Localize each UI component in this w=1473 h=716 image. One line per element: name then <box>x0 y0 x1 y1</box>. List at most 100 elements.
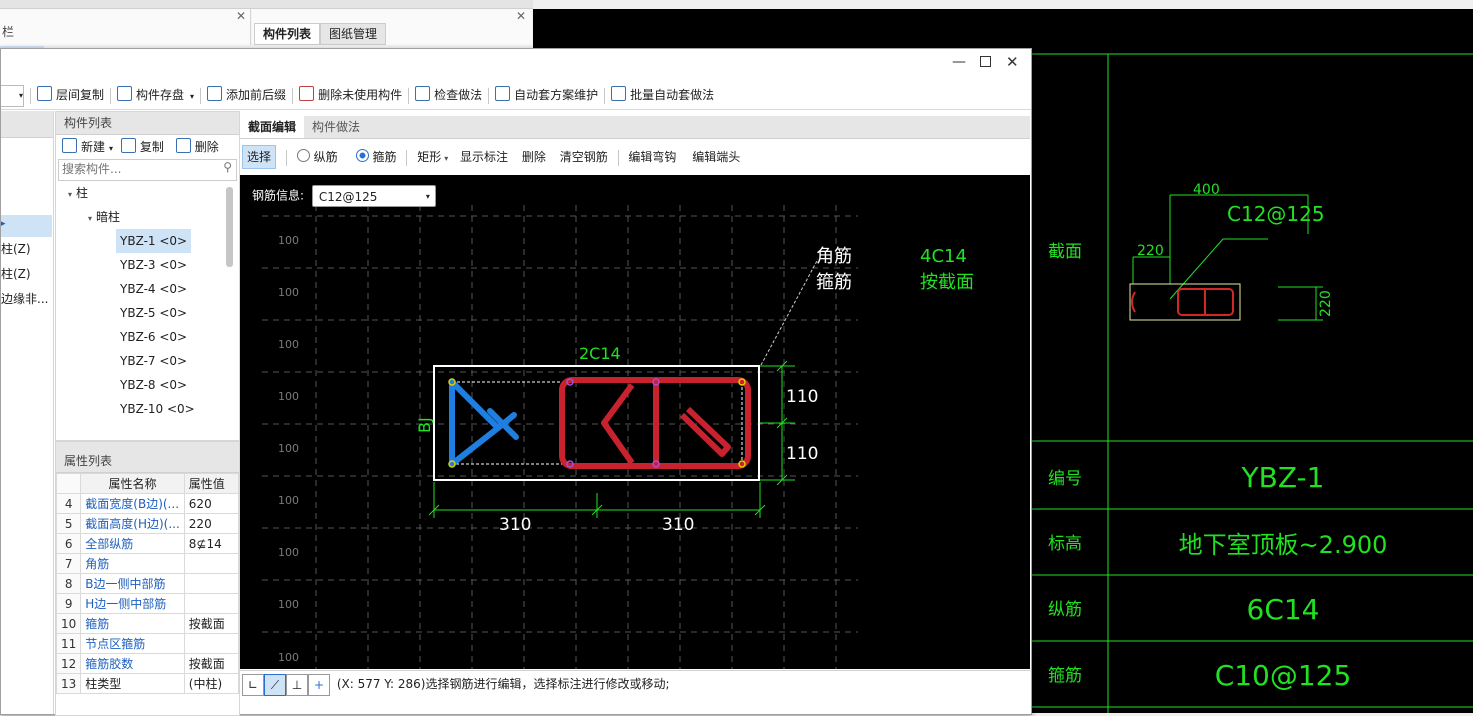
property-row[interactable]: 9 H边一侧中部筋 <box>56 593 239 614</box>
red-stirrup <box>559 377 751 469</box>
component-list-actions: 新建 ▾ 复制 删除 <box>56 135 239 159</box>
left-partial-selected[interactable]: ▸ <box>1 215 52 237</box>
tree-item[interactable]: YBZ-3 <0> <box>120 253 187 277</box>
radio-checked-icon <box>355 149 369 162</box>
left-partial-item[interactable]: 边缘非... <box>1 287 48 311</box>
copy-icon <box>120 138 136 153</box>
delete-button[interactable]: 删除 <box>175 138 219 154</box>
property-row[interactable]: 5 截面高度(H边)(... 220 <box>56 513 239 534</box>
save-component-button[interactable]: 构件存盘 ▾ <box>117 86 194 102</box>
bg-left-panel-header: ✕ 栏 <box>0 9 251 45</box>
copy-icon <box>37 86 52 101</box>
check-method-button[interactable]: 检查做法 <box>415 86 482 102</box>
grid-label: 100 <box>278 286 299 299</box>
edit-hook-button[interactable]: 编辑弯钩 <box>628 150 676 164</box>
tab-component-method[interactable]: 构件做法 <box>304 116 368 138</box>
corner-bar-label: 角筋 <box>816 246 852 267</box>
component-definition-window: — ✕ ▾ 层间复制 构件存盘 ▾ 添加前后缀 删除未使用构件 检查做法 自动套方案维护 批量自… <box>0 48 1032 716</box>
tab-drawing-manage[interactable]: 图纸管理 <box>320 23 387 45</box>
property-row[interactable]: 8 B边一侧中部筋 <box>56 573 239 594</box>
close-icon[interactable]: ✕ <box>1006 53 1019 71</box>
top-bar-label: 2C14 <box>579 344 621 363</box>
new-icon <box>62 138 77 153</box>
cad-dim-top: 400 <box>1193 182 1220 198</box>
tree-scrollbar[interactable] <box>226 187 233 267</box>
tab-section-edit[interactable]: 截面编辑 <box>240 116 305 138</box>
close-icon[interactable]: ✕ <box>516 9 526 23</box>
tab-component-list[interactable]: 构件列表 <box>254 23 321 45</box>
left-partial-item[interactable]: 柱(Z) <box>1 237 31 261</box>
tree-group[interactable]: ▾ 暗柱 <box>88 205 120 229</box>
side-label: BJ <box>415 417 434 433</box>
auto-scheme-button[interactable]: 自动套方案维护 <box>495 86 598 102</box>
tree-item[interactable]: YBZ-6 <0> <box>120 325 187 349</box>
copy-button[interactable]: 复制 <box>120 138 164 154</box>
tree-item[interactable]: YBZ-5 <0> <box>120 301 187 325</box>
delete-unused-button[interactable]: 删除未使用构件 <box>299 86 402 102</box>
left-partial-item[interactable]: 柱(Z) <box>1 262 31 286</box>
col-name-header: 属性名称 <box>80 473 185 494</box>
close-icon[interactable]: ✕ <box>236 9 246 23</box>
corner-spec-label: 4C14 <box>920 246 967 267</box>
component-list-panel: 构件列表 新建▾ 复制 删除 ⚲ ▾柱 ▾暗柱 YBZ-1 <0> YBZ-3 … <box>55 111 240 441</box>
select-tool-button[interactable]: 选择 <box>242 145 277 169</box>
delete-tool-button[interactable]: 删除 <box>522 150 546 164</box>
chevron-down-icon: ▾ <box>425 192 430 201</box>
property-row[interactable]: 6 全部纵筋 8⊈14 <box>56 533 239 554</box>
tree-item-selected[interactable]: YBZ-1 <0> <box>116 229 192 253</box>
search-icon[interactable]: ⚲ <box>223 160 232 174</box>
show-dimension-button[interactable]: 显示标注 <box>460 150 508 164</box>
status-bar: ∟ ⟋ ⊥ + (X: 577 Y: 286)选择钢筋进行编辑，选择标注进行修改或移动… <box>240 670 1030 697</box>
clear-rebar-button[interactable]: 清空钢筋 <box>560 150 608 164</box>
tree-item[interactable]: YBZ-7 <0> <box>120 349 187 373</box>
component-search: ⚲ <box>58 159 237 181</box>
long-bar-radio[interactable]: 纵筋 <box>296 149 338 164</box>
property-row[interactable]: 13 柱类型 (中柱) <box>56 673 239 694</box>
main-toolbar: ▾ 层间复制 构件存盘 ▾ 添加前后缀 删除未使用构件 检查做法 自动套方案维护 批量自动套做法 <box>1 81 1031 110</box>
property-row[interactable]: 10 箍筋 按截面 <box>56 613 239 634</box>
search-input[interactable] <box>59 160 215 178</box>
new-button[interactable]: 新建 ▾ <box>62 138 117 154</box>
component-tree: ▾ 柱 ▾ 暗柱 YBZ-1 <0> YBZ-3 <0> YBZ-4 <0> YBZ… <box>56 181 239 417</box>
stirrup-label: 箍筋 <box>816 272 852 293</box>
stirrup-radio[interactable]: 箍筋 <box>355 149 397 164</box>
line-mode-icon[interactable]: ⟋ <box>264 673 286 696</box>
snap-mode-icon[interactable]: + <box>308 673 330 696</box>
row-label-elev: 标高 <box>1048 534 1082 554</box>
add-prefix-button[interactable]: 添加前后缀 <box>207 86 286 102</box>
ortho-mode-icon[interactable]: ∟ <box>242 673 264 696</box>
tree-item[interactable]: YBZ-8 <0> <box>120 373 187 397</box>
property-row[interactable]: 11 节点区箍筋 <box>56 633 239 654</box>
section-outline <box>433 365 760 481</box>
properties-table: 属性名称 属性值 4 截面宽度(B边)(... 620 5 截面高度(H边)(... 2… <box>56 473 239 694</box>
property-row[interactable]: 4 截面宽度(B边)(... 620 <box>56 493 239 514</box>
properties-panel: 属性列表 属性名称 属性值 4 截面宽度(B边)(... 620 5 截面高度(H边)… <box>55 441 240 716</box>
tree-item[interactable]: YBZ-4 <0> <box>120 277 187 301</box>
edit-end-button[interactable]: 编辑端头 <box>692 150 740 164</box>
cad-dim-right: 220 <box>1318 290 1334 317</box>
grid-label: 100 <box>278 598 299 611</box>
stirrup-spec-label: 按截面 <box>920 272 974 293</box>
grid-label: 100 <box>278 338 299 351</box>
batch-auto-button[interactable]: 批量自动套做法 <box>611 86 714 102</box>
copy-between-floors-button[interactable]: 层间复制 <box>37 86 104 102</box>
tree-item[interactable]: YBZ-10 <0> <box>120 397 195 421</box>
section-canvas[interactable]: 100 100 100 100 100 100 100 100 100 角筋 箍… <box>240 175 1030 669</box>
tree-root[interactable]: ▾ 柱 <box>68 181 88 205</box>
blue-stirrup <box>449 379 519 467</box>
editor-toolbar: 选择 纵筋 箍筋 矩形 ▾ 显示标注 删除 清空钢筋 编辑弯钩 编辑端头 <box>240 141 1030 173</box>
rebar-info-select[interactable]: C12@125 ▾ <box>311 185 436 207</box>
maximize-icon[interactable] <box>980 56 991 67</box>
prefix-icon <box>207 86 223 101</box>
property-row[interactable]: 12 箍筋胶数 按截面 <box>56 653 239 674</box>
property-row[interactable]: 7 角筋 <box>56 553 239 574</box>
col-value-header: 属性值 <box>183 473 239 494</box>
perpendicular-mode-icon[interactable]: ⊥ <box>286 673 308 696</box>
editor-tabs: 截面编辑 构件做法 <box>240 116 1030 139</box>
grid-label: 100 <box>278 442 299 455</box>
minimize-icon[interactable]: — <box>952 54 966 70</box>
rectangle-tool-button[interactable]: 矩形 ▾ <box>417 150 448 164</box>
bg-panel-title: 栏 <box>2 25 15 39</box>
floor-dropdown[interactable]: ▾ <box>1 84 24 107</box>
section-canvas-svg: 100 100 100 100 100 100 100 100 100 角筋 箍… <box>262 205 974 669</box>
